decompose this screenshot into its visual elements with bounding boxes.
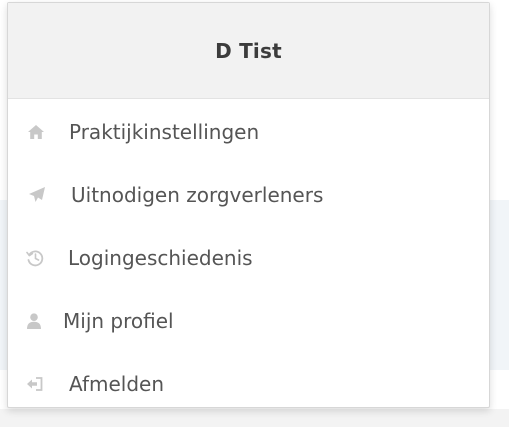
user-name: D Tist [215,38,282,63]
paper-plane-icon [29,187,45,202]
menu-item-label: Praktijkinstellingen [69,120,260,144]
dropdown-header: D Tist [8,3,489,99]
background-lower-area [0,409,509,427]
menu-item-label: Mijn profiel [63,309,174,333]
user-icon [27,313,41,329]
menu-item-afmelden[interactable]: Afmelden [8,362,489,406]
menu-item-label: Afmelden [69,372,165,396]
menu-item-uitnodigen-zorgverleners[interactable]: Uitnodigen zorgverleners [8,173,489,217]
history-icon [26,250,44,267]
sign-out-icon [27,377,43,391]
menu-item-logingeschiedenis[interactable]: Logingeschiedenis [8,236,489,280]
menu-item-label: Logingeschiedenis [68,246,253,270]
menu-item-mijn-profiel[interactable]: Mijn profiel [8,299,489,343]
menu-item-label: Uitnodigen zorgverleners [71,183,324,207]
user-dropdown-menu: D Tist Praktijkinstellingen Uitnodigen z… [7,2,490,408]
menu-item-praktijkinstellingen[interactable]: Praktijkinstellingen [8,110,489,154]
home-icon [28,125,44,139]
